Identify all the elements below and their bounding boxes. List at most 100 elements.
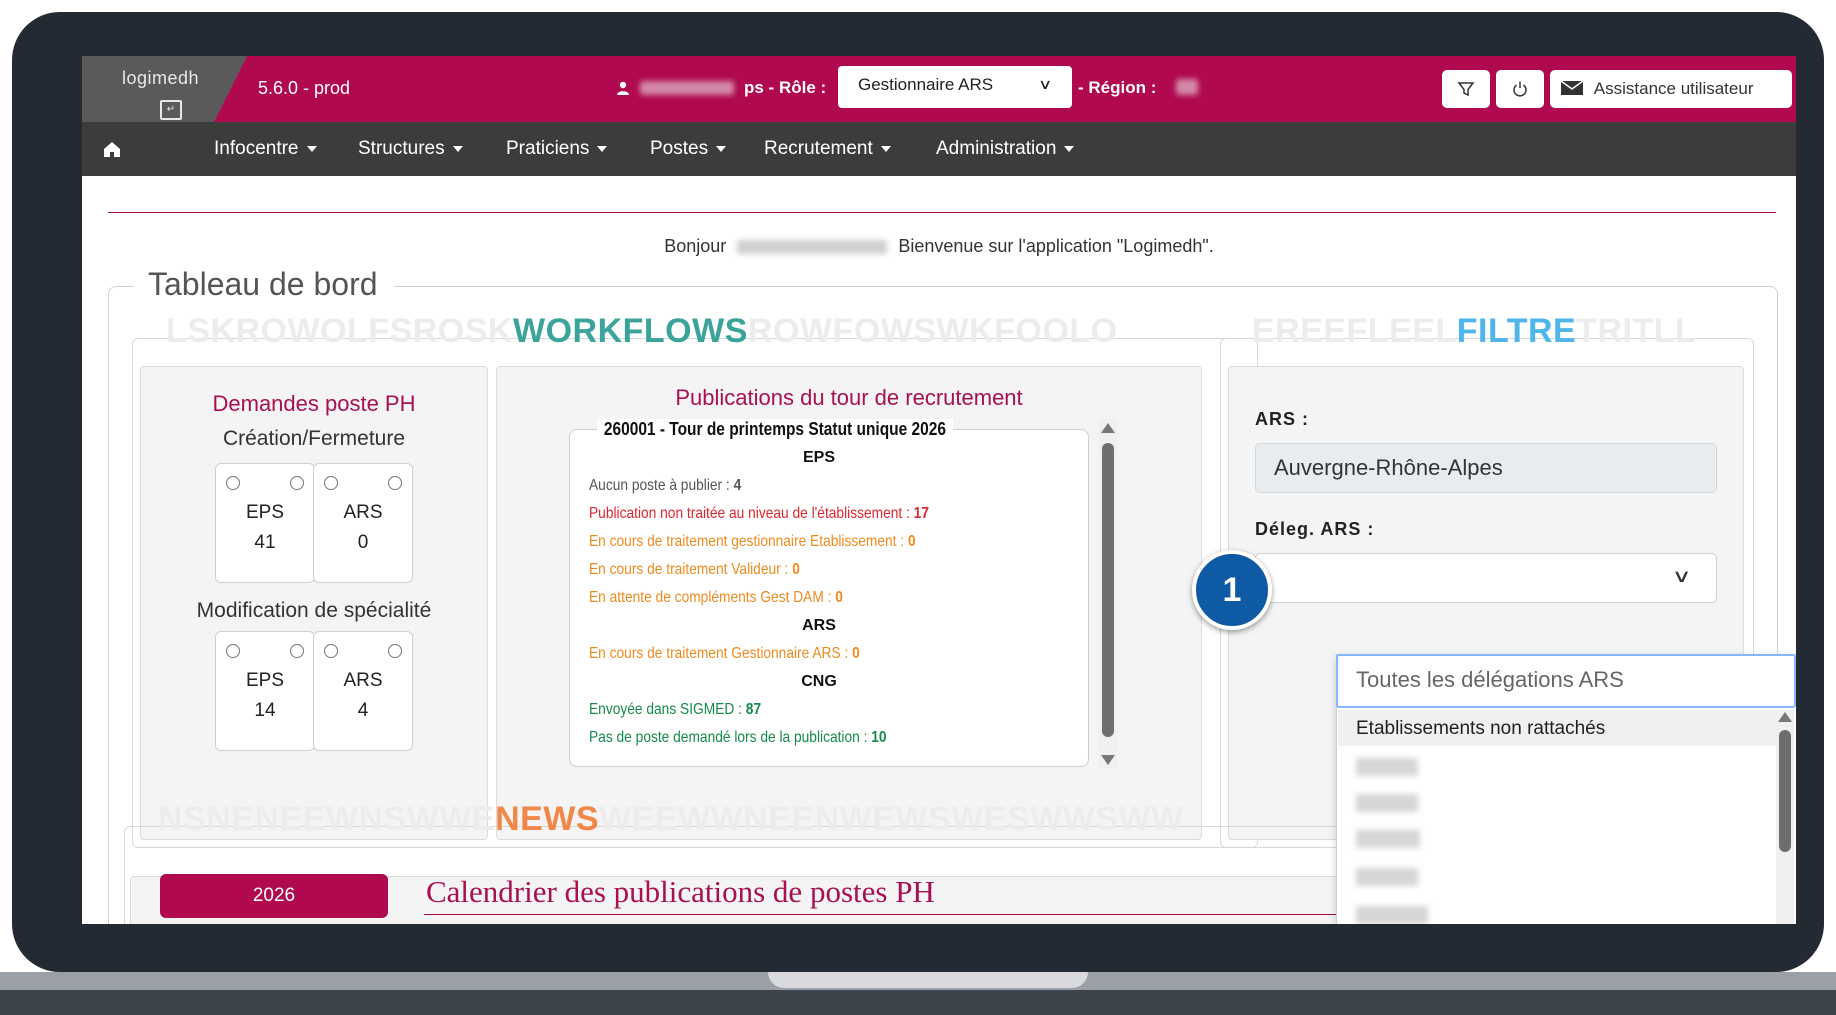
filter-button[interactable]: [1442, 70, 1490, 108]
user-name-redacted: [737, 240, 888, 255]
chevron-down-icon: ∨: [1037, 76, 1053, 92]
eps-heading: EPS: [802, 449, 835, 466]
creation-label: Création/Fermeture: [222, 427, 406, 450]
dropdown-option[interactable]: Etablissements non rattachés: [1338, 710, 1776, 746]
nav-label: Administration: [936, 138, 1057, 159]
year-button[interactable]: 2026: [160, 874, 388, 918]
pub-line: En cours de traitement Gestionnaire ARS …: [589, 645, 860, 662]
radio[interactable]: [290, 476, 304, 490]
creation-eps-card[interactable]: EPS 41: [215, 463, 315, 583]
user-name-redacted: [640, 81, 734, 95]
switch-app-icon[interactable]: ↵: [160, 100, 182, 120]
creation-ars-card[interactable]: ARS 0: [313, 463, 413, 583]
main-nav: Infocentre Structures Praticiens Postes …: [82, 122, 1796, 176]
publications-scrollbar[interactable]: [1099, 419, 1117, 769]
region-label: - Région :: [1078, 78, 1157, 97]
nav-label: Recrutement: [764, 138, 873, 159]
card-value: 4: [357, 700, 369, 721]
nav-label: Praticiens: [506, 138, 590, 159]
publications-panel: Publications du tour de recrutement 2600…: [496, 366, 1202, 840]
card-value: 41: [254, 532, 276, 553]
radio[interactable]: [388, 644, 402, 658]
radio[interactable]: [324, 644, 338, 658]
assistance-label: Assistance utilisateur: [1593, 79, 1754, 98]
card-label: ARS: [343, 670, 383, 691]
scroll-down-icon[interactable]: [1101, 755, 1115, 765]
scrollbar-thumb[interactable]: [1102, 443, 1114, 737]
logo-tab[interactable]: logimedh ↵: [82, 56, 247, 122]
card-value: 0: [357, 532, 369, 553]
publications-title: Publications du tour de recrutement: [675, 385, 1023, 410]
filtre-watermark: EREEFLEELFILTRETRITLL: [1252, 312, 1697, 350]
app-version: 5.6.0 - prod: [258, 78, 351, 98]
radio[interactable]: [226, 644, 240, 658]
dropdown-scrollbar[interactable]: [1776, 710, 1794, 924]
scroll-up-icon[interactable]: [1778, 712, 1792, 722]
deleg-search-input[interactable]: Toutes les délégations ARS: [1336, 654, 1796, 708]
scroll-up-icon[interactable]: [1101, 423, 1115, 433]
logout-button[interactable]: [1496, 70, 1544, 108]
pub-line: Aucun poste à publier : 4: [589, 477, 742, 494]
option-redacted: [1356, 758, 1418, 776]
dashboard-title: Tableau de bord: [134, 266, 394, 303]
pub-line: Publication non traitée au niveau de l'é…: [589, 505, 929, 522]
header-divider: [108, 212, 1776, 213]
deleg-ars-select[interactable]: ∨: [1255, 553, 1717, 603]
ars-heading: ARS: [802, 617, 836, 634]
modification-ars-card[interactable]: ARS 4: [313, 631, 413, 751]
card-label: EPS: [245, 670, 285, 691]
home-icon[interactable]: [102, 139, 122, 159]
nav-item-recrutement[interactable]: Recrutement: [764, 138, 891, 160]
power-icon: [1513, 81, 1527, 97]
demandes-panel: Demandes poste PH Création/Fermeture EPS…: [140, 366, 488, 840]
calendar-title: Calendrier des publications de postes PH: [426, 874, 935, 909]
user-icon: [617, 81, 629, 95]
nav-label: Postes: [650, 138, 709, 159]
funnel-icon: [1457, 82, 1475, 97]
radio[interactable]: [388, 476, 402, 490]
chevron-down-icon: ∨: [1671, 566, 1692, 586]
radio[interactable]: [290, 644, 304, 658]
region-value-redacted: [1176, 79, 1198, 95]
option-redacted: [1356, 868, 1418, 886]
news-watermark: NSNENEEWNSWWENEWSWEEWWNEENWEWSWESWWSWW: [158, 800, 1184, 838]
card-value: 14: [254, 700, 276, 721]
pub-line: En attente de compléments Gest DAM : 0: [589, 589, 843, 606]
modification-eps-card[interactable]: EPS 14: [215, 631, 315, 751]
card-label: EPS: [245, 502, 285, 523]
option-redacted: [1356, 794, 1418, 812]
step-marker: 1: [1192, 550, 1272, 630]
nav-item-praticiens[interactable]: Praticiens: [506, 138, 608, 160]
option-redacted: [1356, 906, 1428, 924]
caret-down-icon: [716, 145, 727, 152]
tour-title: 260001 - Tour de printemps Statut unique…: [597, 419, 953, 440]
caret-down-icon: [597, 145, 608, 152]
radio[interactable]: [226, 476, 240, 490]
nav-item-structures[interactable]: Structures: [358, 138, 463, 160]
pub-line: Envoyée dans SIGMED : 87: [589, 701, 762, 718]
top-bar: logimedh ↵ 5.6.0 - prod ps - Rôle : Gest…: [82, 56, 1796, 122]
logo-text: logimedh: [122, 68, 200, 88]
pub-line: En cours de traitement gestionnaire Etab…: [589, 533, 916, 550]
nav-item-postes[interactable]: Postes: [650, 138, 727, 160]
workflows-watermark: LSKROWOLFSROSKWORKFLOWSROWFOWSWKFOOLO: [166, 312, 1118, 350]
caret-down-icon: [306, 145, 317, 152]
cng-heading: CNG: [801, 673, 837, 690]
caret-down-icon: [452, 145, 463, 152]
envelope-icon: [1560, 80, 1584, 95]
nav-item-infocentre[interactable]: Infocentre: [214, 138, 317, 160]
nav-item-administration[interactable]: Administration: [936, 138, 1075, 160]
nav-label: Structures: [358, 138, 445, 159]
modification-label: Modification de spécialité: [196, 599, 432, 622]
role-select-value: Gestionnaire ARS: [858, 75, 994, 94]
pub-line: En cours de traitement Valideur : 0: [589, 561, 800, 578]
assistance-button[interactable]: Assistance utilisateur: [1550, 70, 1792, 108]
greeting: Bonjour Bienvenue sur l'application "Log…: [82, 236, 1796, 257]
ars-field: Auvergne-Rhône-Alpes: [1255, 443, 1717, 493]
radio[interactable]: [324, 476, 338, 490]
role-select[interactable]: Gestionnaire ARS ∨: [838, 66, 1072, 108]
pub-line: Pas de poste demandé lors de la publicat…: [589, 729, 887, 746]
card-label: ARS: [343, 502, 383, 523]
ars-label: ARS :: [1255, 409, 1309, 429]
scrollbar-thumb[interactable]: [1779, 730, 1791, 852]
